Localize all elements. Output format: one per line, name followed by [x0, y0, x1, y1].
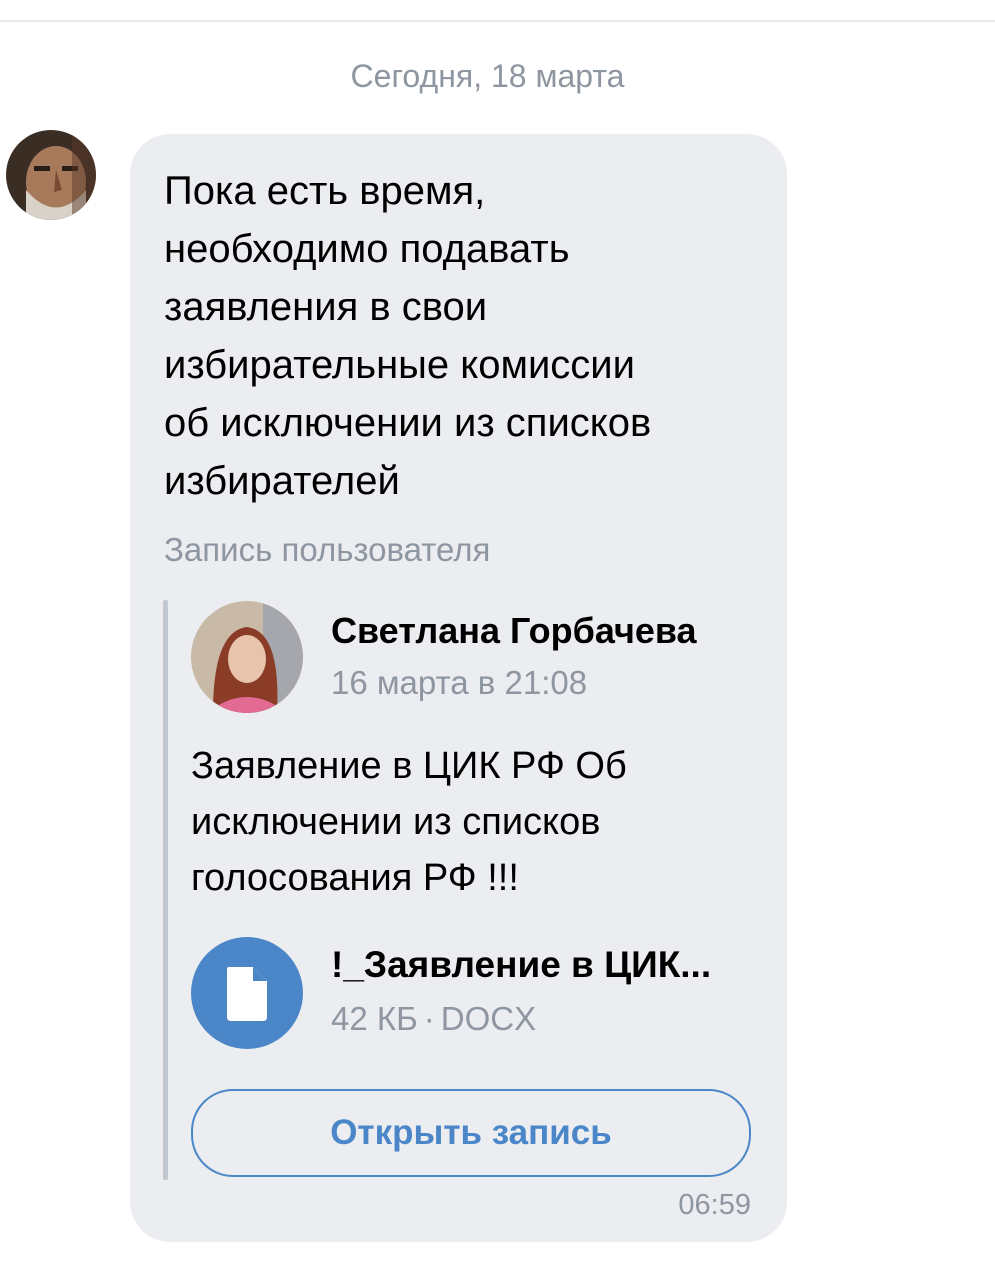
document-icon	[227, 967, 267, 1021]
document-title[interactable]: !_Заявление в ЦИК...	[331, 944, 711, 986]
repost-text: Заявление в ЦИК РФ Об исключении из спис…	[191, 745, 627, 899]
document-type: DOCX	[440, 1000, 537, 1037]
sender-avatar[interactable]	[6, 130, 96, 220]
top-bar	[0, 0, 995, 22]
document-attachment-button[interactable]	[191, 937, 303, 1049]
document-meta-separator: ·	[423, 1000, 435, 1037]
date-separator: Сегодня, 18 марта	[350, 58, 625, 94]
message-text: Пока есть время, необходимо подавать зая…	[164, 169, 652, 503]
sender-avatar-image	[6, 130, 96, 220]
repost-quote-bar	[163, 600, 168, 1180]
repost-date: 16 марта в 21:08	[331, 664, 588, 701]
repost-author-avatar-image	[191, 601, 303, 713]
open-post-button[interactable]: Открыть запись	[191, 1089, 751, 1177]
document-size: 42 КБ	[331, 1000, 418, 1037]
document-meta: 42 КБ · DOCX	[331, 1000, 536, 1038]
repost-label[interactable]: Запись пользователя	[164, 531, 490, 569]
repost-author-name[interactable]: Светлана Горбачева	[331, 610, 697, 652]
message-time: 06:59	[678, 1189, 751, 1221]
message-bubble: Пока есть время, необходимо подавать зая…	[130, 134, 787, 1242]
repost-author-avatar[interactable]	[191, 601, 303, 713]
